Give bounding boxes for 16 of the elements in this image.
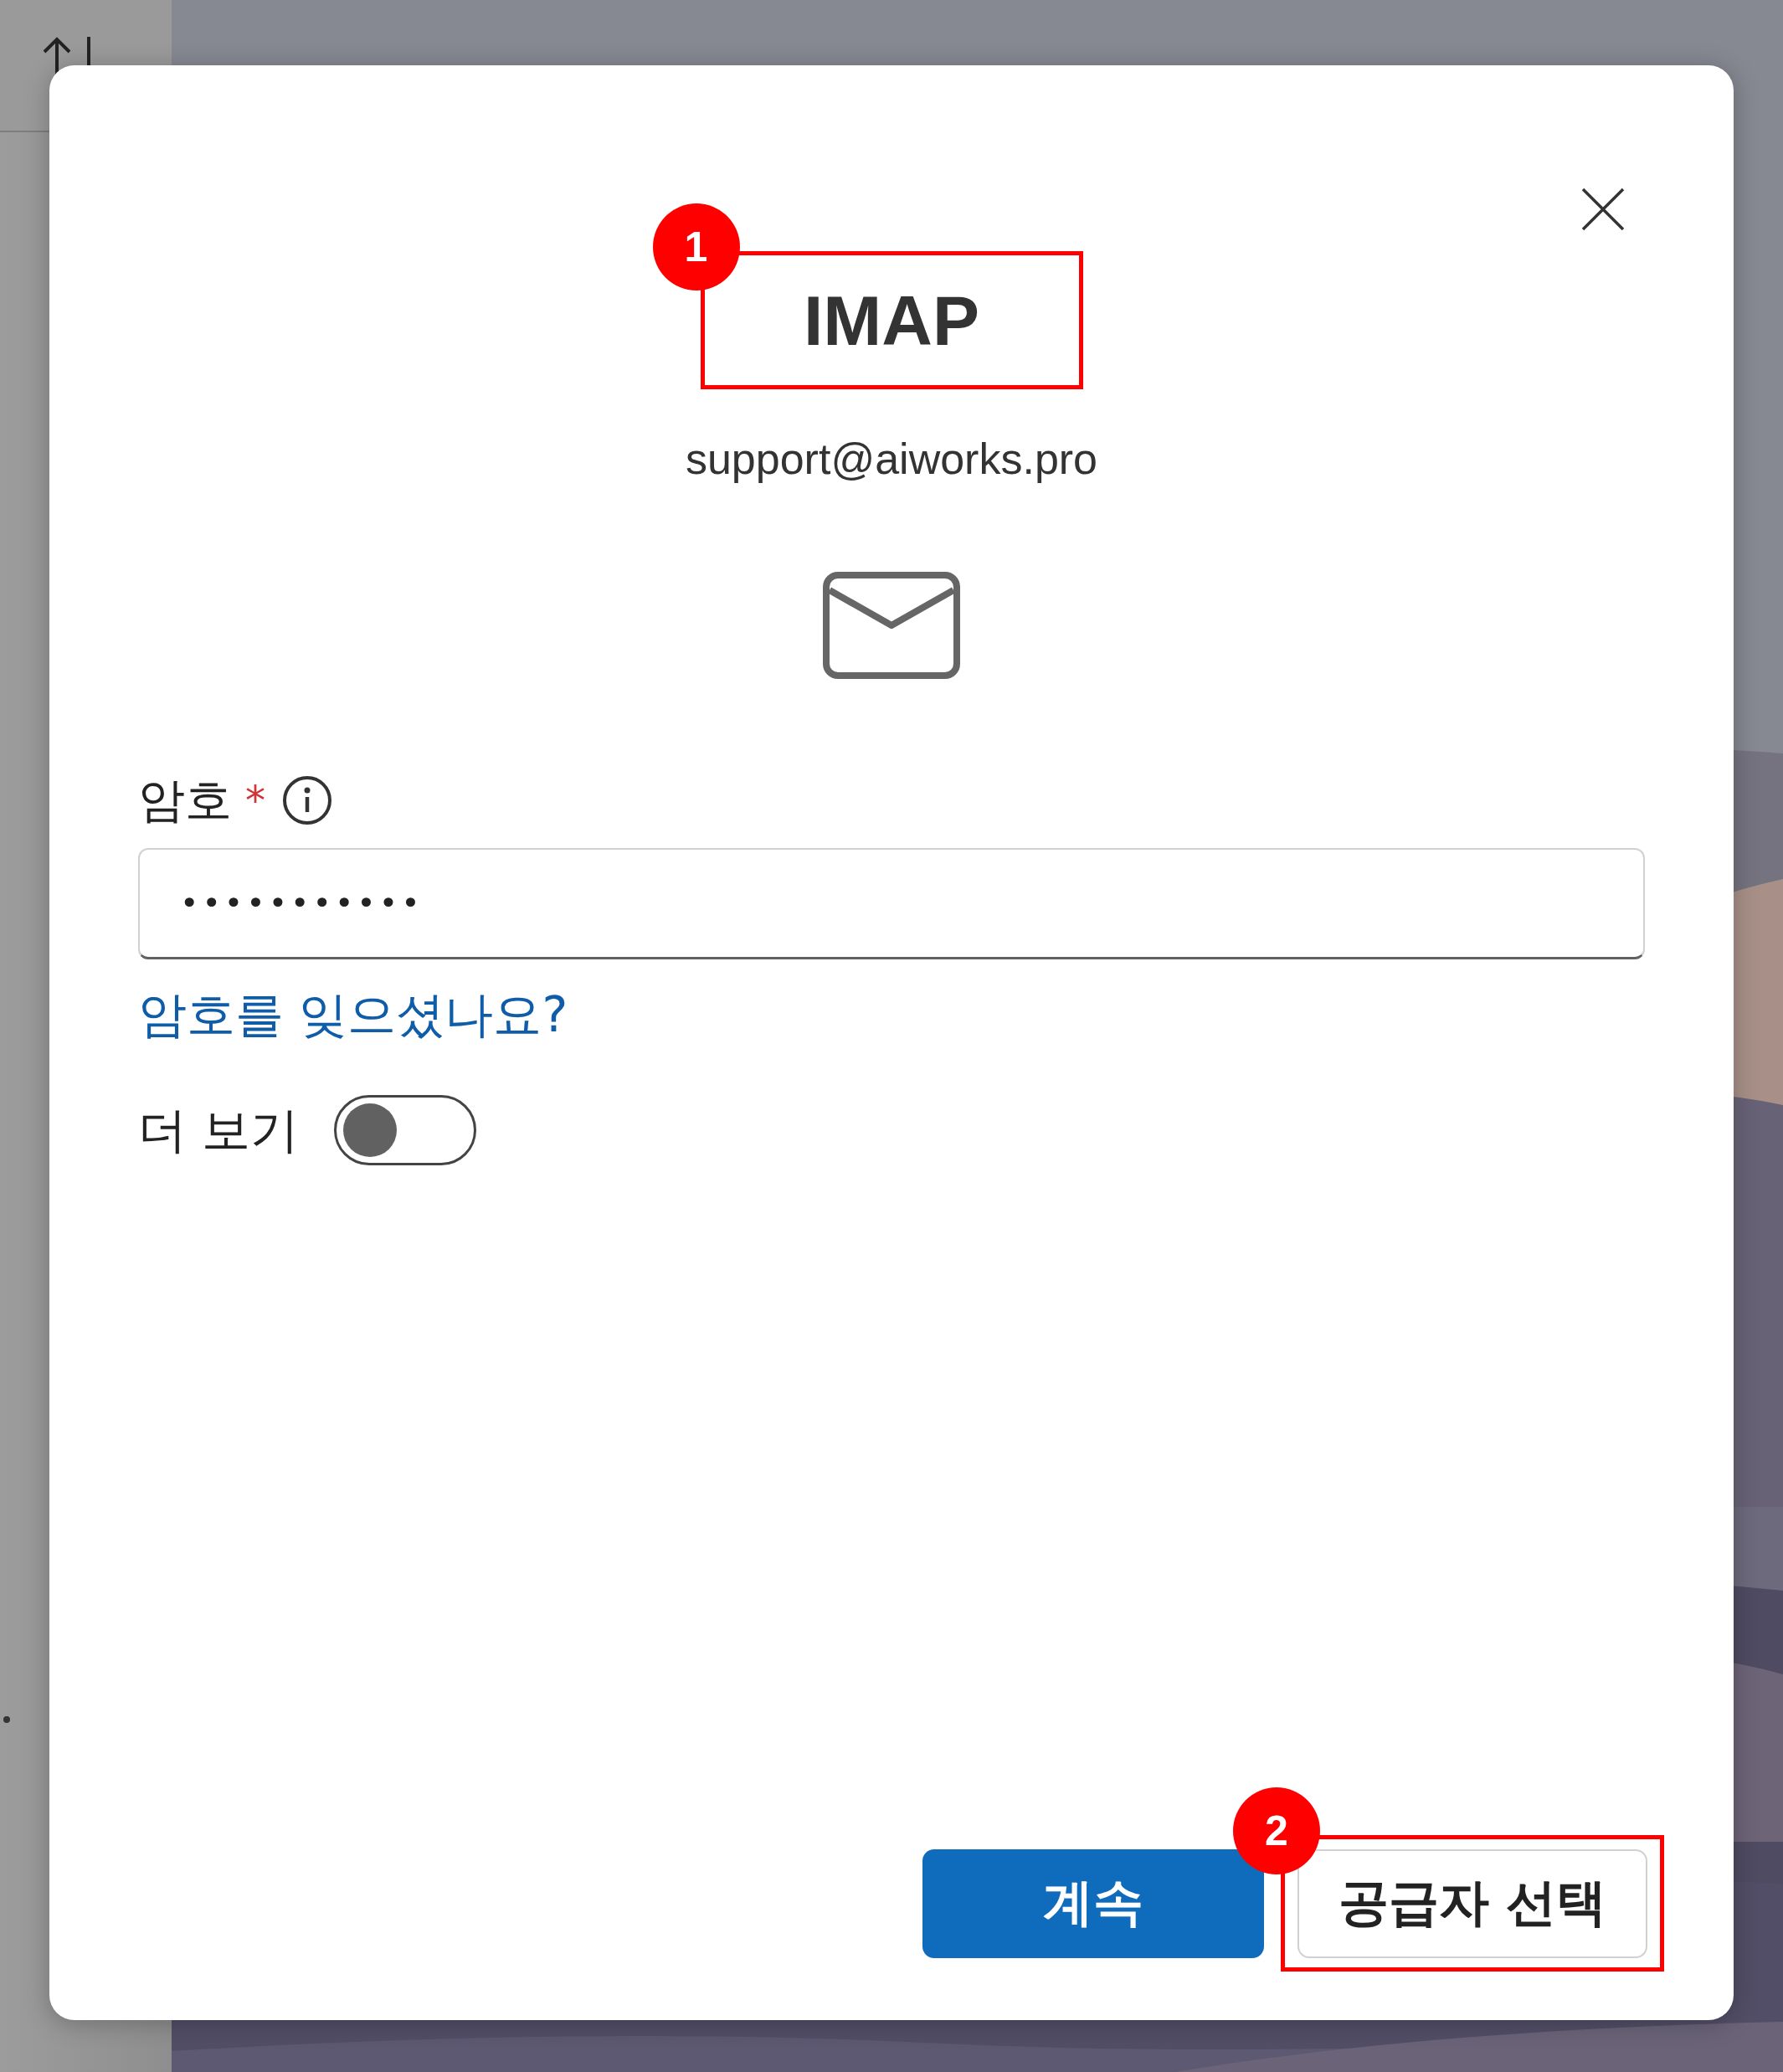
info-icon[interactable]	[282, 775, 332, 825]
required-mark: *	[245, 776, 265, 825]
close-icon	[1580, 187, 1626, 232]
annotation-badge: 2	[1233, 1787, 1320, 1874]
envelope-icon	[823, 572, 960, 679]
continue-button[interactable]: 계속	[922, 1848, 1264, 1958]
dialog-title: IMAP	[804, 280, 979, 362]
dot-icon	[3, 1716, 10, 1723]
password-label: 암호	[138, 772, 232, 829]
close-button[interactable]	[1580, 187, 1626, 232]
toggle-label: 더 보기	[138, 1101, 300, 1160]
select-button[interactable]: 공급자 선택	[1297, 1848, 1647, 1958]
password-field[interactable]: •••••••••••	[138, 848, 1645, 959]
forgot-password-link[interactable]: 암호를 잊으셨나요?	[138, 985, 568, 1045]
annotation-badge: 1	[652, 203, 740, 290]
account-email: support@aiworks.pro	[685, 434, 1098, 485]
